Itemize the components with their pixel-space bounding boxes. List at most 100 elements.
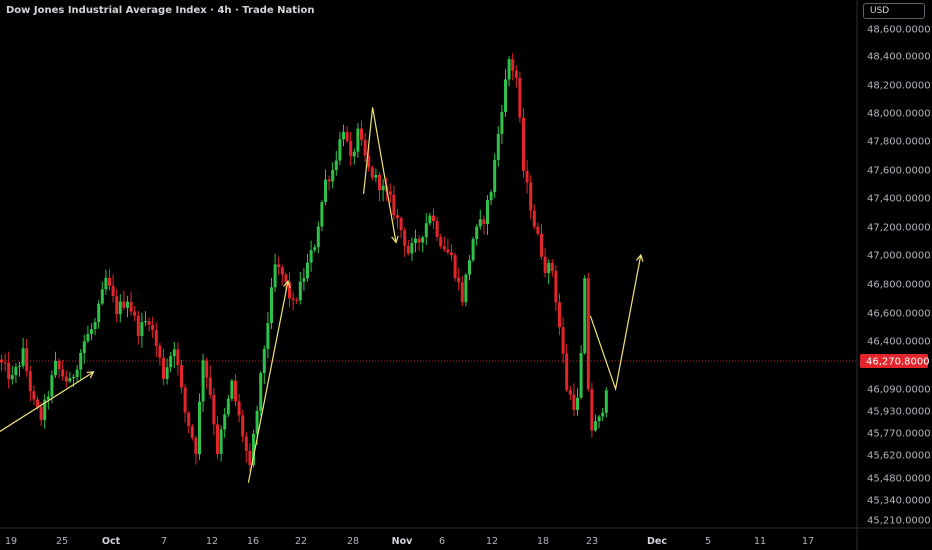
- candle-body[interactable]: [10, 375, 14, 380]
- candle-body[interactable]: [352, 151, 356, 157]
- candle-body[interactable]: [486, 200, 489, 225]
- candle-body[interactable]: [277, 264, 281, 268]
- candle-body[interactable]: [262, 348, 266, 374]
- candle-body[interactable]: [176, 349, 180, 366]
- candle-body[interactable]: [550, 262, 554, 272]
- candle-body[interactable]: [104, 277, 108, 290]
- candle-body[interactable]: [345, 131, 349, 142]
- candle-body[interactable]: [133, 311, 137, 316]
- candles-layer[interactable]: [0, 53, 608, 472]
- candle-body[interactable]: [417, 238, 421, 243]
- candle-body[interactable]: [435, 220, 439, 237]
- candle-body[interactable]: [568, 389, 572, 395]
- candle-body[interactable]: [489, 192, 493, 201]
- candle-body[interactable]: [144, 321, 147, 323]
- candle-body[interactable]: [208, 377, 212, 395]
- candle-body[interactable]: [54, 360, 57, 376]
- candle-body[interactable]: [457, 277, 461, 283]
- candle-body[interactable]: [32, 391, 36, 400]
- candle-body[interactable]: [25, 348, 29, 372]
- candle-body[interactable]: [194, 437, 198, 455]
- candle-body[interactable]: [82, 341, 86, 353]
- candle-body[interactable]: [21, 348, 25, 366]
- candle-body[interactable]: [212, 394, 216, 425]
- candle-body[interactable]: [543, 256, 547, 274]
- candle-body[interactable]: [172, 349, 176, 357]
- candle-body[interactable]: [111, 285, 115, 297]
- candle-body[interactable]: [198, 401, 201, 455]
- candle-body[interactable]: [259, 373, 263, 411]
- candle-body[interactable]: [500, 111, 504, 134]
- candle-body[interactable]: [50, 375, 54, 397]
- candle-body[interactable]: [234, 380, 237, 402]
- candle-body[interactable]: [529, 182, 533, 211]
- candle-body[interactable]: [108, 277, 111, 286]
- candle-body[interactable]: [122, 301, 126, 308]
- candle-body[interactable]: [18, 365, 21, 367]
- candle-body[interactable]: [406, 245, 410, 254]
- drawing-trend-line[interactable]: [247, 280, 289, 483]
- candle-body[interactable]: [183, 387, 187, 413]
- candle-body[interactable]: [7, 362, 11, 380]
- candle-body[interactable]: [97, 303, 101, 323]
- candle-body[interactable]: [0, 359, 3, 363]
- candle-body[interactable]: [428, 215, 432, 224]
- candle-body[interactable]: [554, 271, 558, 303]
- candle-body[interactable]: [86, 333, 90, 342]
- candle-body[interactable]: [169, 356, 173, 368]
- candle-body[interactable]: [360, 128, 363, 140]
- candle-body[interactable]: [583, 278, 587, 354]
- candle-body[interactable]: [378, 174, 381, 191]
- candle-body[interactable]: [478, 219, 482, 227]
- candle-body[interactable]: [306, 262, 309, 279]
- candle-body[interactable]: [118, 301, 122, 315]
- candle-body[interactable]: [453, 255, 457, 278]
- candle-body[interactable]: [579, 353, 583, 398]
- candle-body[interactable]: [331, 170, 335, 182]
- candle-body[interactable]: [370, 167, 374, 178]
- candle-body[interactable]: [518, 77, 522, 118]
- drawing-layer[interactable]: [0, 107, 644, 483]
- candle-body[interactable]: [349, 141, 353, 157]
- candle-body[interactable]: [507, 59, 511, 80]
- candle-body[interactable]: [248, 450, 252, 466]
- candle-body[interactable]: [363, 139, 367, 156]
- candle-body[interactable]: [421, 237, 425, 243]
- candle-body[interactable]: [511, 59, 515, 71]
- candle-body[interactable]: [126, 301, 129, 308]
- candle-body[interactable]: [28, 371, 32, 392]
- candle-body[interactable]: [270, 287, 273, 324]
- candle-body[interactable]: [61, 369, 65, 377]
- candle-body[interactable]: [381, 185, 385, 191]
- candle-body[interactable]: [237, 401, 241, 416]
- candle-body[interactable]: [39, 407, 43, 421]
- candle-body[interactable]: [547, 262, 551, 274]
- candle-body[interactable]: [594, 421, 597, 431]
- candle-body[interactable]: [162, 357, 165, 380]
- candle-body[interactable]: [576, 397, 579, 410]
- candle-body[interactable]: [572, 394, 576, 410]
- candle-body[interactable]: [460, 282, 464, 303]
- candle-body[interactable]: [79, 352, 83, 370]
- candle-body[interactable]: [324, 179, 327, 202]
- candle-body[interactable]: [201, 360, 205, 402]
- candle-body[interactable]: [374, 174, 378, 178]
- candle-body[interactable]: [223, 414, 227, 430]
- candle-body[interactable]: [75, 369, 79, 377]
- candle-body[interactable]: [565, 353, 569, 390]
- candle-body[interactable]: [151, 324, 155, 331]
- candle-body[interactable]: [295, 299, 299, 301]
- candle-body[interactable]: [504, 79, 507, 112]
- candle-body[interactable]: [136, 315, 140, 336]
- candle-body[interactable]: [392, 194, 396, 216]
- candle-body[interactable]: [273, 264, 277, 288]
- candle-body[interactable]: [604, 390, 608, 413]
- candle-body[interactable]: [320, 201, 324, 227]
- candle-body[interactable]: [561, 327, 565, 354]
- drawing-trend-line[interactable]: [589, 254, 642, 392]
- candle-body[interactable]: [338, 139, 342, 161]
- candle-body[interactable]: [68, 378, 72, 382]
- candle-body[interactable]: [464, 274, 468, 303]
- candle-body[interactable]: [226, 398, 230, 415]
- candle-body[interactable]: [493, 159, 497, 193]
